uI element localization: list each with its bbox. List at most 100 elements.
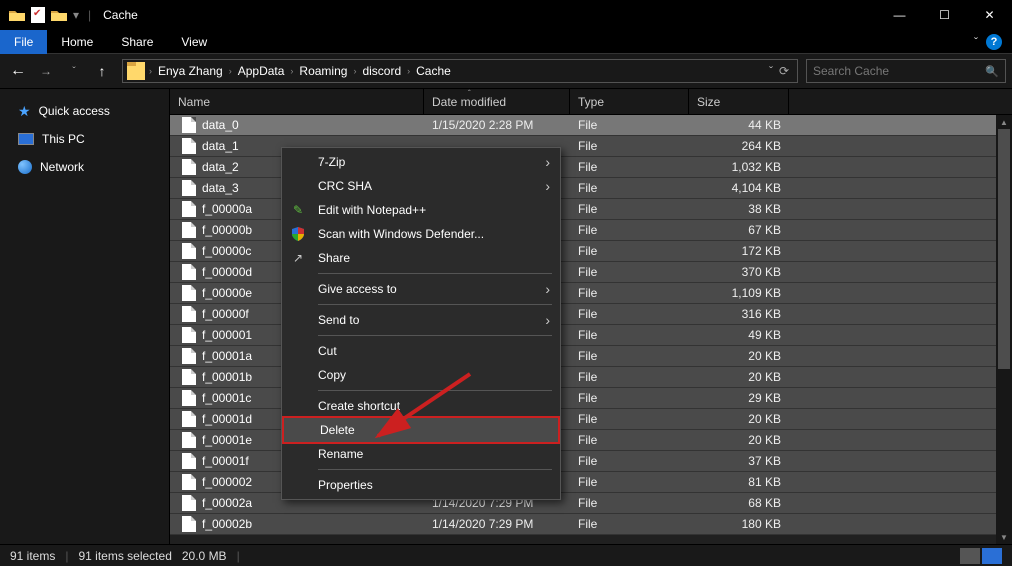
- file-size: 49 KB: [689, 328, 789, 342]
- file-icon: [182, 348, 196, 364]
- file-size: 172 KB: [689, 244, 789, 258]
- column-header-type[interactable]: Type: [570, 89, 689, 114]
- help-icon[interactable]: ?: [986, 34, 1002, 50]
- context-item-copy[interactable]: Copy: [282, 363, 560, 387]
- ribbon: File Home Share View ˇ ?: [0, 30, 1012, 54]
- status-separator: |: [237, 549, 240, 563]
- up-button[interactable]: ↑: [90, 59, 114, 83]
- details-view-button[interactable]: [960, 548, 980, 564]
- back-button[interactable]: ←: [6, 59, 30, 83]
- sidebar-item-network[interactable]: Network: [0, 155, 169, 179]
- file-name: data_2: [202, 160, 239, 174]
- context-item-rename[interactable]: Rename: [282, 442, 560, 466]
- sidebar-item-quick-access[interactable]: ★ Quick access: [0, 99, 169, 123]
- status-selected-size: 20.0 MB: [182, 549, 227, 563]
- context-item-7zip[interactable]: 7-Zip: [282, 150, 560, 174]
- column-headers: ˆ Name Date modified Type Size: [170, 89, 1012, 115]
- file-icon: [182, 285, 196, 301]
- file-name: f_000002: [202, 475, 252, 489]
- file-name: f_00000d: [202, 265, 252, 279]
- window-title: Cache: [103, 8, 138, 22]
- scroll-up-icon[interactable]: ▲: [996, 115, 1012, 129]
- file-size: 29 KB: [689, 391, 789, 405]
- context-item-crc-sha[interactable]: CRC SHA: [282, 174, 560, 198]
- address-bar[interactable]: › Enya Zhang › AppData › Roaming › disco…: [122, 59, 798, 83]
- pc-icon: [18, 133, 34, 145]
- shield-icon: [290, 226, 306, 242]
- context-item-cut[interactable]: Cut: [282, 339, 560, 363]
- file-type: File: [570, 370, 689, 384]
- status-item-count: 91 items: [10, 549, 55, 563]
- file-icon: [182, 243, 196, 259]
- minimize-button[interactable]: —: [877, 0, 922, 30]
- ribbon-collapse-icon[interactable]: ˇ: [974, 35, 978, 49]
- file-icon: [182, 369, 196, 385]
- sidebar-item-this-pc[interactable]: This PC: [0, 127, 169, 151]
- file-size: 67 KB: [689, 223, 789, 237]
- file-type: File: [570, 202, 689, 216]
- search-icon[interactable]: 🔍: [985, 65, 999, 78]
- file-name: f_00001d: [202, 412, 252, 426]
- file-size: 180 KB: [689, 517, 789, 531]
- file-name: data_1: [202, 139, 239, 153]
- breadcrumb[interactable]: AppData: [232, 64, 291, 78]
- file-size: 20 KB: [689, 433, 789, 447]
- quick-access-toolbar: ✔ ▾ |: [0, 6, 95, 24]
- file-name: f_00000f: [202, 307, 249, 321]
- file-icon: [182, 327, 196, 343]
- folder-icon: [127, 62, 145, 80]
- file-row[interactable]: f_00002b1/14/2020 7:29 PMFile180 KB: [170, 514, 1012, 535]
- file-type: File: [570, 286, 689, 300]
- file-name: data_3: [202, 181, 239, 195]
- context-separator: [318, 304, 552, 305]
- breadcrumb[interactable]: Cache: [410, 64, 457, 78]
- context-item-share[interactable]: ↗ Share: [282, 246, 560, 270]
- context-item-give-access[interactable]: Give access to: [282, 277, 560, 301]
- column-header-date[interactable]: Date modified: [424, 89, 570, 114]
- address-dropdown-icon[interactable]: ˇ: [769, 64, 773, 78]
- file-size: 4,104 KB: [689, 181, 789, 195]
- scroll-down-icon[interactable]: ▼: [996, 530, 1012, 544]
- tab-file[interactable]: File: [0, 30, 47, 54]
- column-header-name[interactable]: Name: [170, 89, 424, 114]
- file-icon: [182, 495, 196, 511]
- file-type: File: [570, 517, 689, 531]
- qat-dropdown-icon[interactable]: ▾: [70, 6, 82, 24]
- thumbnails-view-button[interactable]: [982, 548, 1002, 564]
- context-item-create-shortcut[interactable]: Create shortcut: [282, 394, 560, 418]
- file-row[interactable]: data_01/15/2020 2:28 PMFile44 KB: [170, 115, 1012, 136]
- file-size: 20 KB: [689, 370, 789, 384]
- forward-button[interactable]: →: [34, 59, 58, 83]
- file-icon: [182, 390, 196, 406]
- status-separator: |: [65, 549, 68, 563]
- file-name: f_00000a: [202, 202, 252, 216]
- maximize-button[interactable]: ☐: [922, 0, 967, 30]
- search-input[interactable]: Search Cache 🔍: [806, 59, 1006, 83]
- qat-separator: |: [88, 8, 91, 22]
- context-item-send-to[interactable]: Send to: [282, 308, 560, 332]
- context-item-notepadpp[interactable]: ✎ Edit with Notepad++: [282, 198, 560, 222]
- properties-icon[interactable]: ✔: [31, 7, 45, 23]
- file-size: 68 KB: [689, 496, 789, 510]
- share-icon: ↗: [290, 250, 306, 266]
- file-size: 20 KB: [689, 349, 789, 363]
- context-item-delete[interactable]: Delete: [282, 416, 560, 444]
- breadcrumb[interactable]: Roaming: [293, 64, 353, 78]
- file-type: File: [570, 391, 689, 405]
- tab-share[interactable]: Share: [107, 30, 167, 54]
- vertical-scrollbar[interactable]: ▲ ▼: [996, 115, 1012, 544]
- scrollbar-thumb[interactable]: [998, 129, 1010, 369]
- breadcrumb[interactable]: Enya Zhang: [152, 64, 229, 78]
- context-separator: [318, 335, 552, 336]
- tab-view[interactable]: View: [167, 30, 221, 54]
- recent-dropdown-icon[interactable]: ˇ: [62, 59, 86, 83]
- file-icon: [182, 264, 196, 280]
- tab-home[interactable]: Home: [47, 30, 107, 54]
- column-header-size[interactable]: Size: [689, 89, 789, 114]
- context-item-defender[interactable]: Scan with Windows Defender...: [282, 222, 560, 246]
- close-button[interactable]: ✕: [967, 0, 1012, 30]
- file-name: f_00001c: [202, 391, 251, 405]
- refresh-icon[interactable]: ⟳: [779, 64, 789, 78]
- breadcrumb[interactable]: discord: [356, 64, 407, 78]
- context-item-properties[interactable]: Properties: [282, 473, 560, 497]
